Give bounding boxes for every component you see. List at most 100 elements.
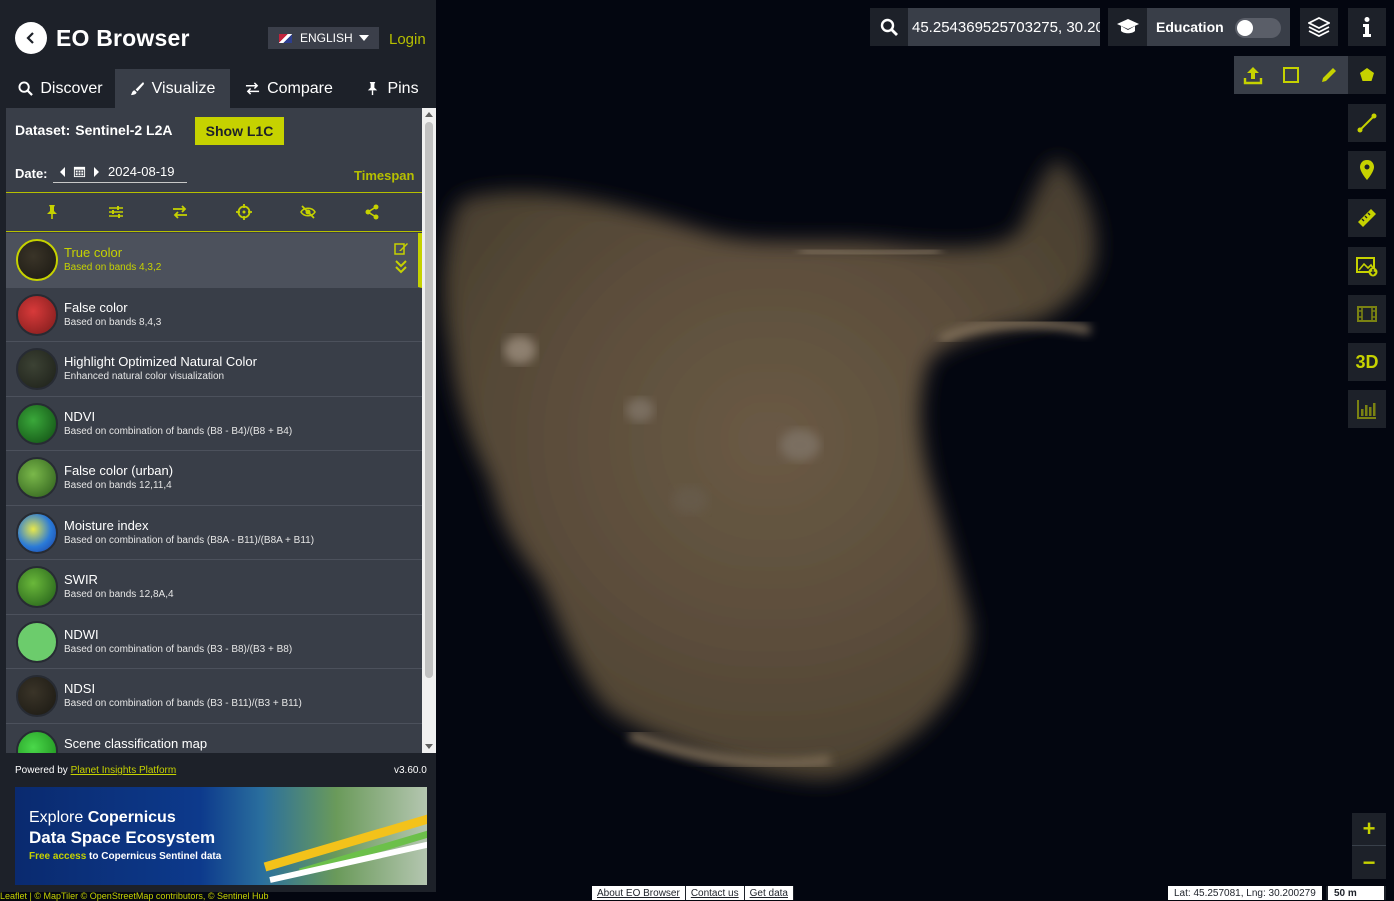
draw-freehand-button[interactable] — [1310, 56, 1348, 94]
sidebar-header: EO Browser ENGLISH Login — [0, 0, 436, 68]
layers-button[interactable] — [1300, 8, 1338, 46]
toggle-knob — [1237, 20, 1253, 36]
banner-line-1: Explore Copernicus — [29, 809, 176, 826]
layer-name: Moisture index — [64, 517, 149, 533]
planet-insights-link[interactable]: Planet Insights Platform — [71, 765, 177, 776]
3d-view-button[interactable]: 3D — [1348, 343, 1386, 381]
layer-name: NDWI — [64, 626, 99, 642]
footer-links: About EO Browser Contact us Get data — [592, 886, 794, 900]
contact-link[interactable]: Contact us — [685, 886, 745, 900]
layer-item-ndvi[interactable]: NDVI Based on combination of bands (B8 -… — [6, 396, 422, 451]
layer-name: NDSI — [64, 681, 96, 696]
layer-name: False color (urban) — [64, 463, 174, 478]
zoom-out-button[interactable]: − — [1352, 846, 1386, 879]
calendar-icon[interactable] — [73, 165, 86, 178]
collapse-sidebar-button[interactable] — [15, 22, 47, 54]
info-icon — [1363, 17, 1371, 37]
uk-flag-icon — [279, 33, 292, 43]
upload-aoi-button[interactable] — [1234, 56, 1272, 94]
layer-list-scrollbar[interactable] — [422, 108, 436, 753]
measure-line-button[interactable] — [1348, 104, 1386, 142]
layer-item-swir[interactable]: SWIR Based on bands 12,8A,4 — [6, 560, 422, 615]
tab-compare[interactable]: Compare — [230, 69, 348, 108]
zoom-in-button[interactable]: + — [1352, 813, 1386, 846]
bar-chart-icon — [1357, 400, 1376, 419]
layer-item-false-color-urban[interactable]: False color (urban) Based on bands 12,11… — [6, 451, 422, 506]
education-toggle[interactable] — [1235, 18, 1281, 38]
draw-rectangle-button[interactable] — [1272, 56, 1310, 94]
layer-description: Based on bands 8,4,3 — [64, 316, 162, 328]
powered-by: Powered by Planet Insights Platform — [15, 765, 177, 776]
copernicus-banner[interactable]: Explore Copernicus Data Space Ecosystem … — [15, 787, 427, 885]
info-button[interactable] — [1348, 8, 1386, 46]
layer-item-false-color[interactable]: False color Based on bands 8,4,3 — [6, 287, 422, 342]
layer-name: NDVI — [64, 408, 96, 424]
layer-name: SWIR — [64, 572, 98, 587]
date-value[interactable]: 2024-08-19 — [108, 164, 175, 179]
about-link[interactable]: About EO Browser — [592, 886, 686, 900]
previous-date-button[interactable] — [60, 166, 65, 177]
search-icon — [18, 81, 34, 96]
layer-thumbnail — [16, 457, 58, 499]
download-image-button[interactable] — [1348, 247, 1386, 285]
3d-label: 3D — [1355, 351, 1379, 372]
show-l1c-button[interactable]: Show L1C — [195, 117, 284, 145]
draw-polygon-button[interactable] — [1348, 56, 1386, 94]
measure-distance-button[interactable] — [1348, 199, 1386, 237]
sidebar-panel: EO Browser ENGLISH Login Discover Visual… — [0, 0, 436, 892]
layer-thumbnail — [16, 729, 58, 753]
crosshair-icon[interactable] — [236, 204, 252, 220]
pin-icon — [368, 81, 378, 96]
next-date-button[interactable] — [94, 166, 99, 177]
banner-line-2: Data Space Ecosystem — [29, 828, 216, 847]
tab-discover[interactable]: Discover — [6, 69, 115, 108]
pentagon-icon — [1360, 68, 1374, 81]
chevron-left-icon — [26, 32, 34, 44]
timespan-toggle[interactable]: Timespan — [354, 168, 414, 183]
timelapse-button[interactable] — [1348, 295, 1386, 333]
image-download-icon — [1356, 257, 1378, 277]
scrollbar-thumb[interactable] — [425, 122, 433, 678]
layer-item-true-color[interactable]: True color Based on bands 4,3,2 — [6, 233, 422, 288]
tab-pins[interactable]: Pins — [348, 69, 436, 108]
sidebar-footer: Powered by Planet Insights Platform v3.6… — [0, 753, 436, 892]
layer-thumbnail — [16, 566, 58, 608]
eye-slash-icon[interactable] — [300, 204, 316, 220]
location-search-input[interactable] — [908, 8, 1100, 46]
visualization-toolbar — [6, 192, 422, 232]
sliders-icon[interactable] — [108, 204, 124, 220]
statistics-button[interactable] — [1348, 390, 1386, 428]
share-icon[interactable] — [364, 204, 380, 220]
edit-icon[interactable] — [394, 241, 408, 255]
tab-visualize[interactable]: Visualize — [115, 69, 230, 108]
language-dropdown[interactable]: ENGLISH — [268, 27, 379, 49]
banner-line-3: Free access to Copernicus Sentinel data — [29, 851, 222, 862]
scroll-up-arrow-icon[interactable] — [425, 112, 433, 117]
place-marker-button[interactable] — [1348, 151, 1386, 189]
version-label: v3.60.0 — [394, 765, 427, 776]
layer-thumbnail — [16, 293, 58, 336]
layer-item-scene-classification[interactable]: Scene classification map — [6, 723, 422, 753]
layer-name: False color — [64, 299, 128, 315]
date-label: Date: — [15, 166, 48, 181]
layer-item-highlight-optimized[interactable]: Highlight Optimized Natural Color Enhanc… — [6, 342, 422, 397]
layer-thumbnail — [16, 620, 58, 663]
pin-icon[interactable] — [44, 204, 60, 220]
search-button[interactable] — [870, 8, 908, 46]
layer-thumbnail — [16, 675, 58, 717]
graduation-cap-icon[interactable] — [1108, 8, 1147, 46]
layer-item-ndsi[interactable]: NDSI Based on combination of bands (B3 -… — [6, 669, 422, 724]
scroll-down-arrow-icon[interactable] — [425, 744, 433, 749]
layer-item-moisture-index[interactable]: Moisture index Based on combination of b… — [6, 505, 422, 560]
login-link[interactable]: Login — [389, 31, 426, 48]
layer-description: Based on combination of bands (B8A - B11… — [64, 534, 315, 546]
education-label: Education — [1156, 19, 1224, 35]
film-icon — [1357, 306, 1377, 322]
search-icon — [880, 18, 898, 36]
rectangle-icon — [1283, 67, 1299, 83]
app-title: EO Browser — [56, 25, 190, 51]
chevrons-down-icon[interactable] — [394, 260, 408, 274]
get-data-link[interactable]: Get data — [744, 886, 794, 900]
layer-item-ndwi[interactable]: NDWI Based on combination of bands (B3 -… — [6, 614, 422, 669]
compare-arrows-icon[interactable] — [172, 204, 188, 220]
